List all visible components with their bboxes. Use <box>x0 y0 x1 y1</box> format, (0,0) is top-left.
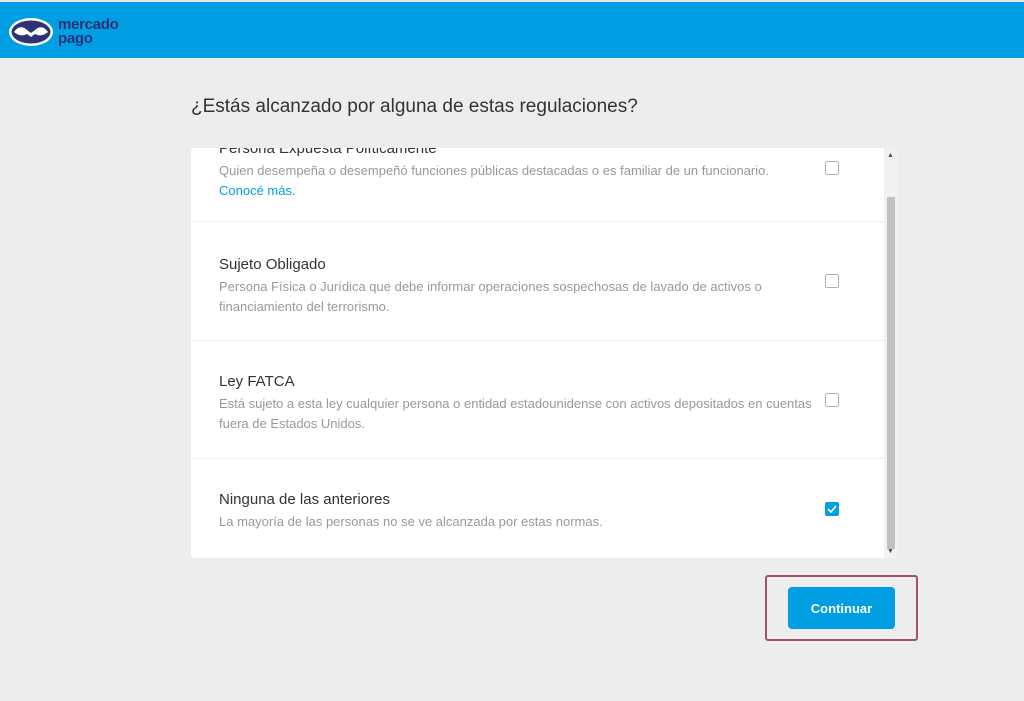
mercado-pago-logo[interactable]: mercado pago <box>8 14 119 50</box>
option-ley-fatca[interactable]: Ley FATCA Está sujeto a esta ley cualqui… <box>191 341 884 459</box>
scroll-down-arrow-icon[interactable]: ▼ <box>884 544 897 558</box>
page-title: ¿Estás alcanzado por alguna de estas reg… <box>191 96 638 117</box>
option-description: Quien desempeña o desempeñó funciones pú… <box>219 163 769 178</box>
option-title: Ley FATCA <box>219 373 295 390</box>
logo-wordmark: mercado pago <box>58 17 119 47</box>
option-checkbox-sujeto-obligado[interactable] <box>825 274 839 288</box>
option-title: Persona Expuesta Políticamente <box>219 148 437 157</box>
option-sujeto-obligado[interactable]: Sujeto Obligado Persona Física o Jurídic… <box>191 222 884 341</box>
logo-line-2: pago <box>58 30 93 47</box>
scroll-thumb[interactable] <box>887 197 895 549</box>
regulations-card: Persona Expuesta Políticamente Quien des… <box>191 148 897 558</box>
top-header: mercado pago <box>0 0 1024 58</box>
continue-button[interactable]: Continuar <box>788 587 895 629</box>
list-scrollbar[interactable]: ▲ ▼ <box>884 148 897 558</box>
regulations-list: Persona Expuesta Políticamente Quien des… <box>191 148 884 558</box>
option-checkbox-ley-fatca[interactable] <box>825 392 839 407</box>
option-title: Ninguna de las anteriores <box>219 491 390 508</box>
option-ninguna[interactable]: Ninguna de las anteriores La mayoría de … <box>191 459 884 558</box>
check-icon <box>827 504 837 513</box>
mercado-pago-handshake-icon <box>9 18 53 46</box>
option-description: Está sujeto a esta ley cualquier persona… <box>219 396 812 431</box>
scroll-up-arrow-icon[interactable]: ▲ <box>884 148 897 162</box>
option-description: Persona Física o Jurídica que debe infor… <box>219 279 762 314</box>
option-pep[interactable]: Persona Expuesta Políticamente Quien des… <box>191 148 884 222</box>
option-description: La mayoría de las personas no se ve alca… <box>219 514 603 529</box>
learn-more-link[interactable]: Conocé más. <box>219 181 856 201</box>
option-title: Sujeto Obligado <box>219 256 326 273</box>
option-checkbox-ninguna[interactable] <box>825 501 839 516</box>
option-checkbox-pep[interactable] <box>825 161 839 175</box>
